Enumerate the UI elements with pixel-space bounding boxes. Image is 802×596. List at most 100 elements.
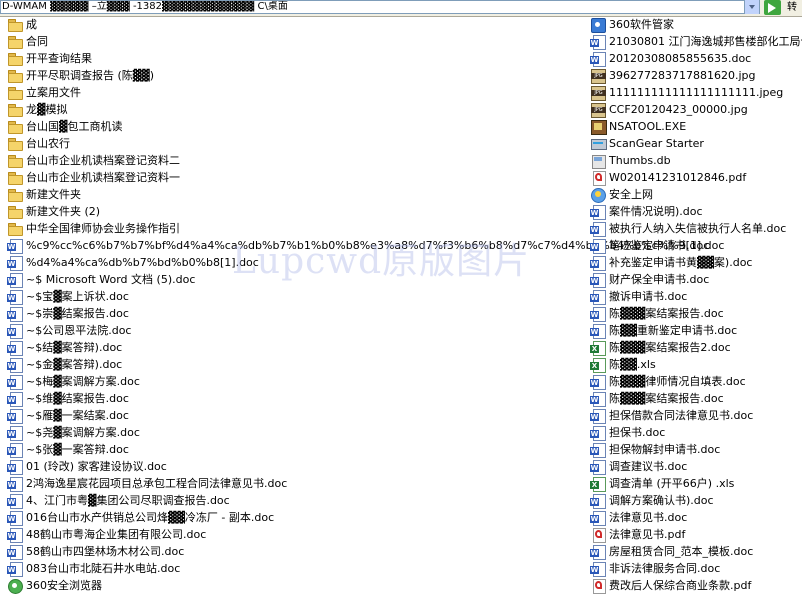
jpg-image-icon (590, 85, 606, 101)
word-document-icon (7, 561, 23, 577)
word-document-icon (590, 306, 606, 322)
pdf-file-icon (590, 578, 606, 594)
file-item[interactable]: ~$ Microsoft Word 文档 (5).doc (5, 271, 585, 288)
file-item[interactable]: ~$维▓结案报告.doc (5, 390, 585, 407)
file-label: ~$金▓案答辩).doc (26, 358, 123, 371)
file-label: 396277283717881620.jpg (609, 69, 756, 82)
file-item[interactable]: %c9%cc%c6%b7%b7%bf%d4%a4%ca%db%b7%b1%b0%… (5, 237, 724, 254)
file-item[interactable]: CCF20120423_00000.jpg (588, 101, 802, 118)
word-document-icon (7, 459, 23, 475)
file-item[interactable]: 58鹤山市四堡林场木材公司.doc (5, 543, 585, 560)
file-item[interactable]: 21030801 江门海逸城邦售楼部化工局合同 (588, 33, 802, 50)
file-item[interactable]: 01 (玲改) 家客建设协议.doc (5, 458, 585, 475)
file-item[interactable]: 4、江门市粤▓集团公司尽职调查报告.doc (5, 492, 585, 509)
file-item[interactable]: W020141231012846.pdf (588, 169, 802, 186)
file-item[interactable]: ~$雁▓一案结案.doc (5, 407, 585, 424)
file-item[interactable]: 担保借款合同法律意见书.doc (588, 407, 802, 424)
file-item[interactable]: 111111111111111111111.jpeg (588, 84, 802, 101)
file-item[interactable]: 台山市企业机读档案登记资料一 (5, 169, 585, 186)
file-item[interactable]: 陈▓▓▓律师情况自填表.doc (588, 373, 802, 390)
word-document-icon (590, 238, 606, 254)
file-item[interactable]: 20120308085855635.doc (588, 50, 802, 67)
file-item[interactable]: 台山农行 (5, 135, 585, 152)
file-item[interactable]: 法律意见书.pdf (588, 526, 802, 543)
word-document-icon (590, 544, 606, 560)
file-item[interactable]: 被执行人纳入失信被执行人名单.doc (588, 220, 802, 237)
file-item[interactable]: ~$结▓案答辩).doc (5, 339, 585, 356)
file-item[interactable]: 撤诉申请书.doc (588, 288, 802, 305)
word-document-icon (590, 459, 606, 475)
file-item[interactable]: 担保书.doc (588, 424, 802, 441)
file-label: ~$维▓结案报告.doc (26, 392, 129, 405)
file-item[interactable]: 担保物解封申请书.doc (588, 441, 802, 458)
folder-icon (7, 221, 23, 236)
file-item[interactable]: ~$宝▓案上诉状.doc (5, 288, 585, 305)
file-item[interactable]: 新建文件夹 (5, 186, 585, 203)
file-label: 21030801 江门海逸城邦售楼部化工局合同 (609, 35, 802, 48)
file-item[interactable]: 费改后人保综合商业条款.pdf (588, 577, 802, 594)
file-item[interactable]: 开平尽职调查报告 (陈▓▓) (5, 67, 585, 84)
file-item[interactable]: 陈▓▓▓案结案报告.doc (588, 390, 802, 407)
file-item[interactable]: ScanGear Starter (588, 135, 802, 152)
file-item[interactable]: 成 (5, 16, 585, 33)
file-item[interactable]: 陈▓▓重新鉴定申请书.doc (588, 322, 802, 339)
file-item[interactable]: 调解方案确认书).doc (588, 492, 802, 509)
file-item[interactable]: 补充鉴定申请书黄▓▓案).doc (588, 254, 802, 271)
file-label: 开平尽职调查报告 (陈▓▓) (26, 69, 154, 82)
file-item[interactable]: 案件情况说明).doc (588, 203, 802, 220)
file-item[interactable]: 新建文件夹 (2) (5, 203, 585, 220)
file-label: NSATOOL.EXE (609, 120, 687, 133)
file-item[interactable]: 2鸿海逸星宸花园项目总承包工程合同法律意见书.doc (5, 475, 585, 492)
file-item[interactable]: 调查清单 (开平66户) .xls (588, 475, 802, 492)
file-item[interactable]: 中华全国律师协会业务操作指引 (5, 220, 585, 237)
file-item[interactable]: ~$张▓一案答辩.doc (5, 441, 585, 458)
file-item[interactable]: 开平查询结果 (5, 50, 585, 67)
file-item[interactable]: NSATOOL.EXE (588, 118, 802, 135)
file-item[interactable]: Thumbs.db (588, 152, 802, 169)
file-item[interactable]: 48鹤山市粤海企业集团有限公司.doc (5, 526, 585, 543)
word-document-icon (7, 289, 23, 305)
file-item[interactable]: %d4%a4%ca%db%b7%bd%b0%b8[1].doc (5, 254, 585, 271)
file-item[interactable]: 调查建议书.doc (588, 458, 802, 475)
file-item[interactable]: 陈▓▓▓案结案报告2.doc (588, 339, 802, 356)
file-item[interactable]: ~$梅▓案调解方案.doc (5, 373, 585, 390)
file-item[interactable]: 法律意见书.doc (588, 509, 802, 526)
file-item[interactable]: ~$崇▓结案报告.doc (5, 305, 585, 322)
word-document-icon (7, 544, 23, 560)
file-label: 合同 (26, 35, 48, 48)
file-item[interactable]: 台山市企业机读档案登记资料二 (5, 152, 585, 169)
file-item[interactable]: 396277283717881620.jpg (588, 67, 802, 84)
file-item[interactable]: 合同 (5, 33, 585, 50)
file-item[interactable]: 安全上网 (588, 186, 802, 203)
file-item[interactable]: 台山国▓包工商机读 (5, 118, 585, 135)
file-item[interactable]: 360软件管家 (588, 16, 802, 33)
file-item[interactable]: 非诉法律服务合同.doc (588, 560, 802, 577)
file-item[interactable]: 笔迹鉴定申请书.doc (588, 237, 802, 254)
folder-icon (7, 119, 23, 134)
file-item[interactable]: 陈▓▓▓案结案报告.doc (588, 305, 802, 322)
file-label: 担保书.doc (609, 426, 666, 439)
file-item[interactable]: 立案用文件 (5, 84, 585, 101)
word-document-icon (7, 510, 23, 526)
file-label: 费改后人保综合商业条款.pdf (609, 579, 752, 592)
file-item[interactable]: 016台山市水产供销总公司烽▓▓冷冻厂 - 副本.doc (5, 509, 585, 526)
address-input[interactable]: D-WMAM ▓▓▓▓▓ –立▓▓▓ -1382▓▓▓▓▓▓▓▓▓▓▓▓ C\桌… (0, 0, 760, 14)
go-button[interactable]: 转 (764, 0, 802, 15)
file-item[interactable]: ~$公司恩平法院.doc (5, 322, 585, 339)
file-item[interactable]: 陈▓▓.xls (588, 356, 802, 373)
file-item[interactable]: 360安全浏览器 (5, 577, 585, 594)
file-item[interactable]: 083台山市北陡石井水电站.doc (5, 560, 585, 577)
file-item[interactable]: 财产保全申请书.doc (588, 271, 802, 288)
folder-icon (7, 85, 23, 100)
file-label: ~$ Microsoft Word 文档 (5).doc (26, 273, 196, 286)
folder-icon (7, 34, 23, 49)
word-document-icon (7, 374, 23, 390)
file-label: 房屋租赁合同_范本_模板.doc (609, 545, 754, 558)
file-item[interactable]: 房屋租赁合同_范本_模板.doc (588, 543, 802, 560)
file-item[interactable]: 龙▓模拟 (5, 101, 585, 118)
go-arrow-icon (764, 0, 781, 15)
file-item[interactable]: ~$尧▓案调解方案.doc (5, 424, 585, 441)
file-item[interactable]: ~$金▓案答辩).doc (5, 356, 585, 373)
file-label: 龙▓模拟 (26, 103, 68, 116)
address-dropdown-button[interactable] (744, 0, 759, 14)
